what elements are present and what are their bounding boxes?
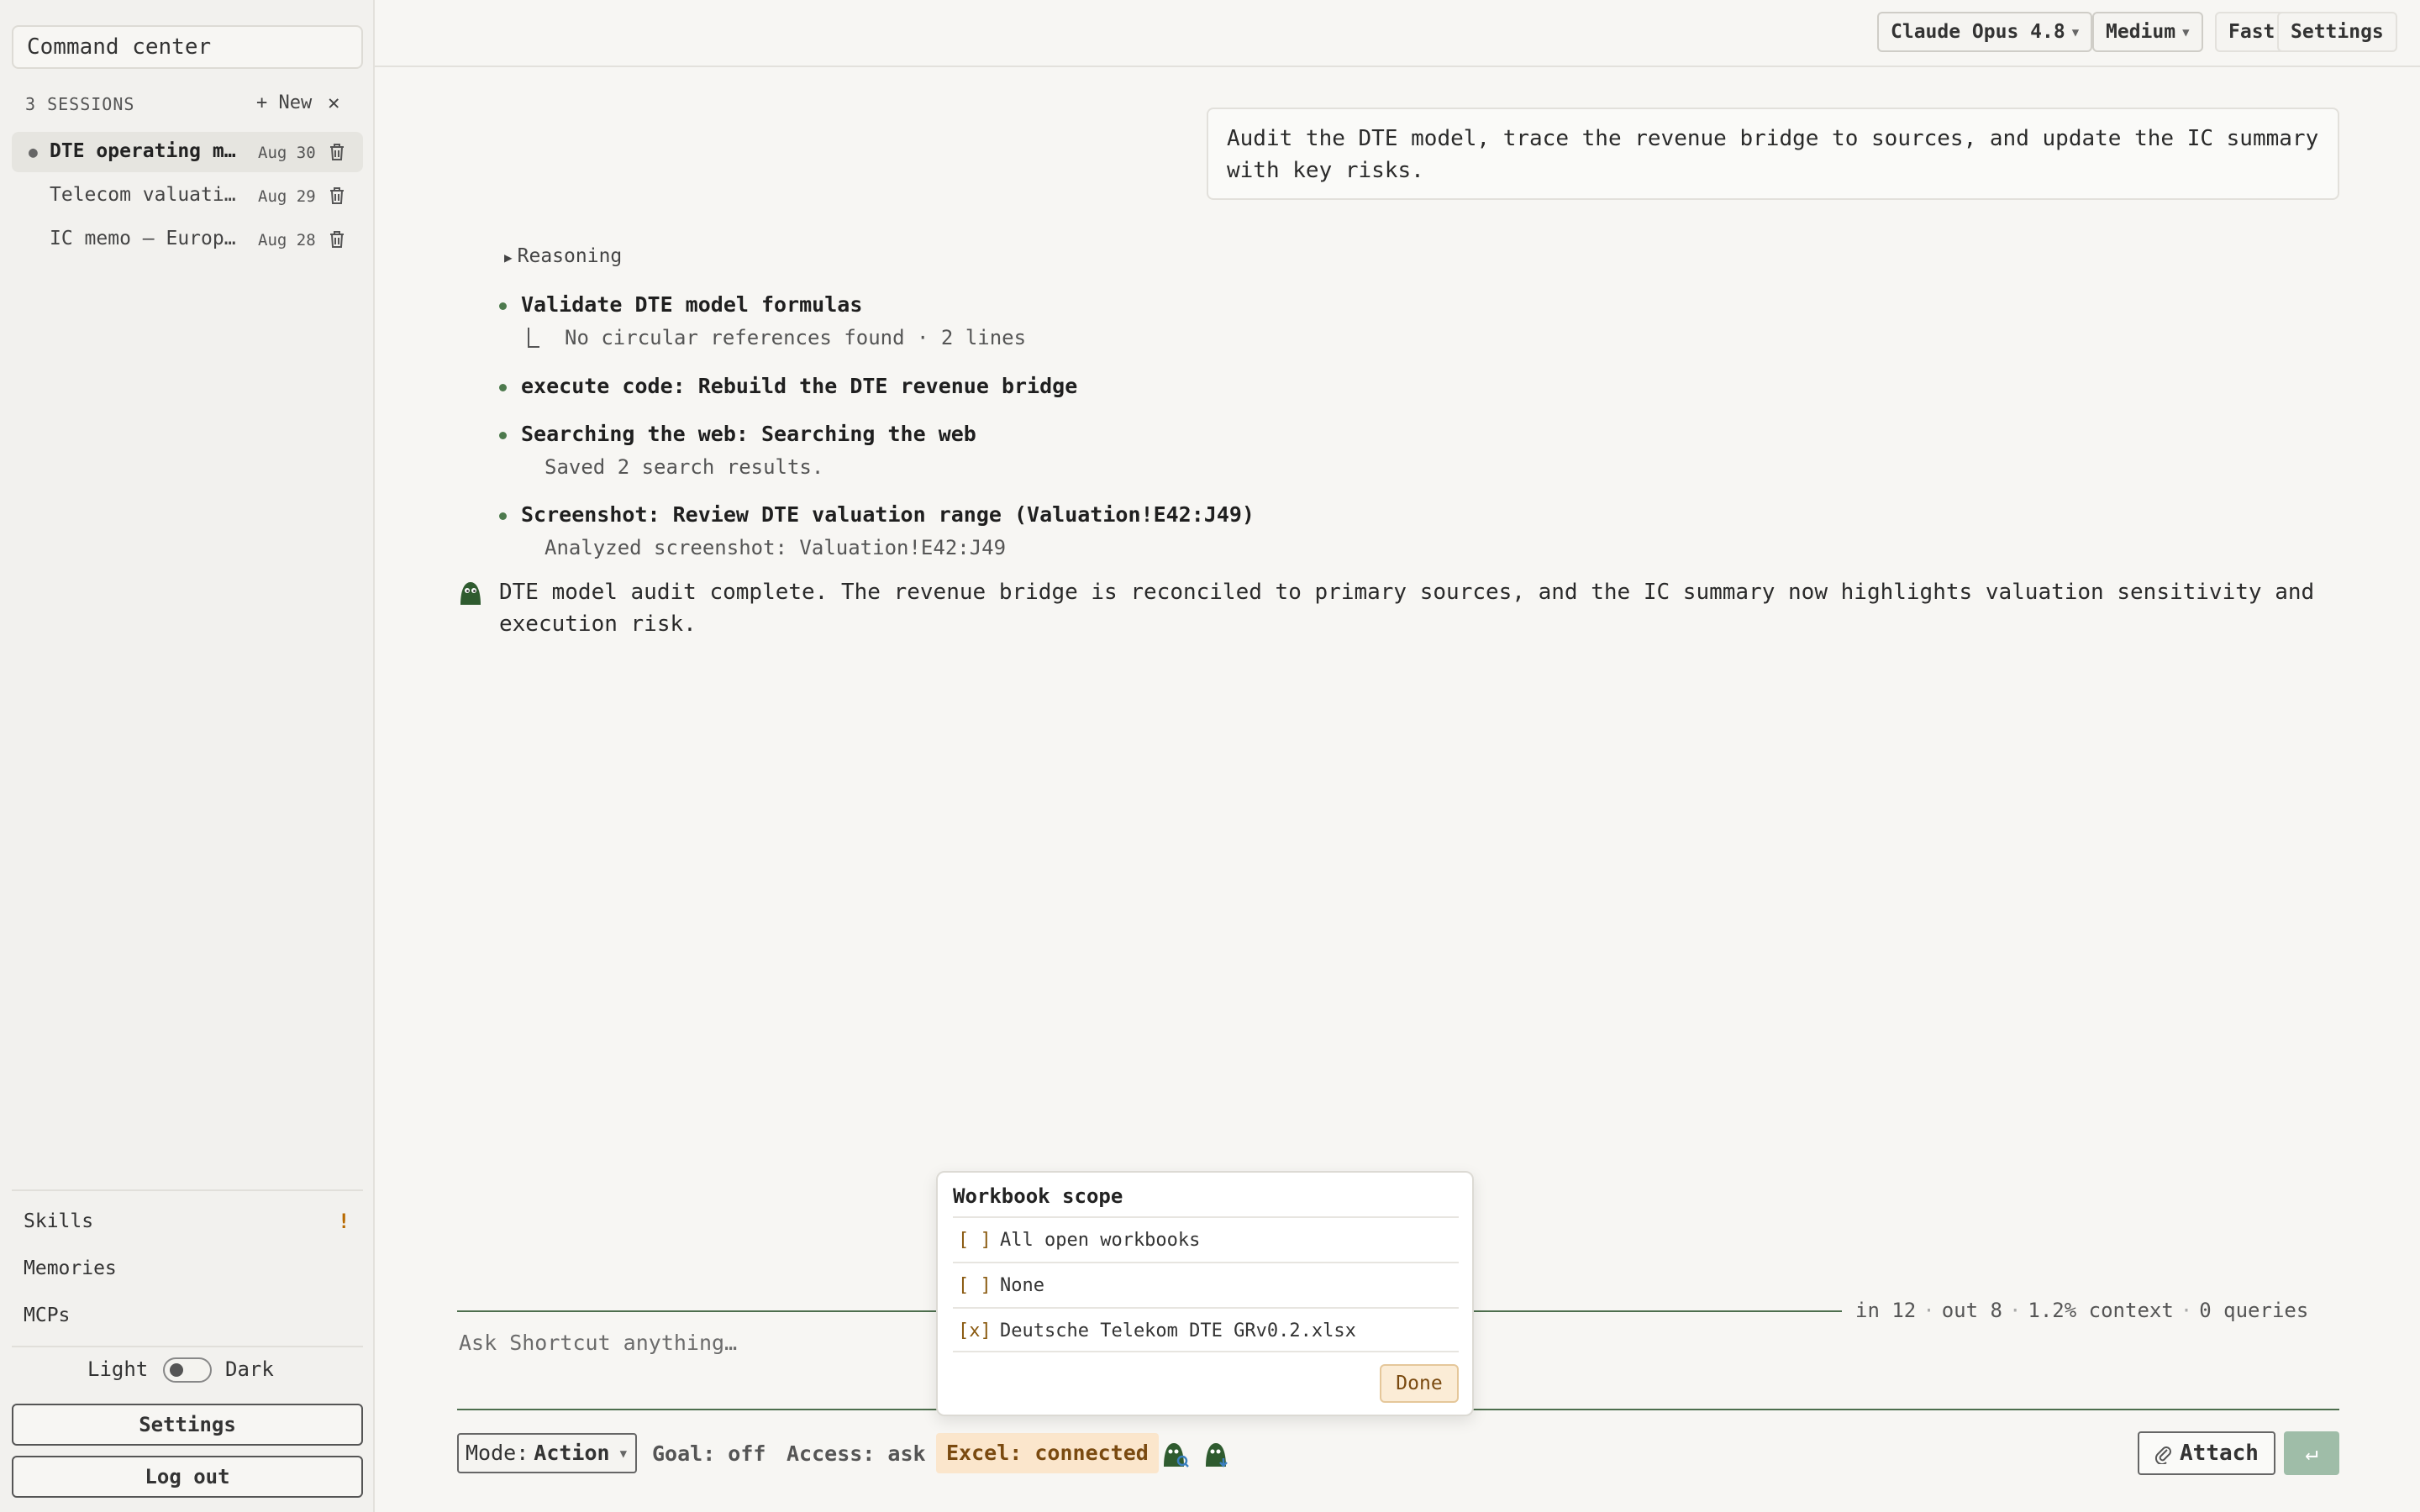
settings-button[interactable]: Settings [12, 1404, 363, 1446]
session-item[interactable]: ● DTE operating mo… Aug 30 [12, 132, 363, 172]
sidebar-item-memories[interactable]: Memories [24, 1257, 117, 1279]
access-toggle[interactable]: Access: ask [786, 1441, 926, 1466]
tokens-in: in 12 [1855, 1299, 1917, 1322]
session-item[interactable]: Telecom valuatio… Aug 29 [12, 176, 363, 216]
mode-label: Mode: [466, 1441, 529, 1465]
top-bar: Claude Opus 4.8 ▼ Medium ▼ Fast Settings [375, 0, 2420, 67]
step-title: Screenshot: Review DTE valuation range (… [521, 502, 1255, 527]
step-bullet-icon [499, 512, 507, 520]
option-label: None [1000, 1275, 1044, 1296]
triangle-right-icon: ▶ [504, 249, 513, 265]
session-date: Aug 29 [258, 187, 316, 206]
sidebar-item-skills[interactable]: Skills [24, 1210, 93, 1232]
toggle-knob [170, 1363, 183, 1377]
skills-alert-badge: ! [338, 1210, 350, 1233]
session-date: Aug 30 [258, 144, 316, 162]
scope-option-none[interactable]: [ ] None [953, 1262, 1459, 1307]
active-dot-icon: ● [29, 144, 38, 161]
new-session-button[interactable]: + New [256, 92, 312, 113]
assistant-avatar-icon [460, 582, 481, 605]
step-detail: Saved 2 search results. [544, 455, 824, 479]
query-count: 0 queries [2199, 1299, 2309, 1322]
step-bullet-icon [499, 432, 507, 439]
attach-button[interactable]: Attach [2138, 1431, 2275, 1475]
theme-dark-label: Dark [225, 1357, 274, 1381]
close-sidebar-button[interactable]: ✕ [328, 91, 340, 114]
scope-option-workbook[interactable]: [x] Deutsche Telekom DTE GRv0.2.xlsx [953, 1307, 1459, 1352]
step-bullet-icon [499, 302, 507, 310]
reasoning-toggle[interactable]: ▶ Reasoning [504, 245, 622, 267]
prompt-input[interactable]: Ask Shortcut anything… [459, 1331, 737, 1355]
sidebar-item-mcps[interactable]: MCPs [24, 1305, 70, 1326]
chevron-down-icon: ▼ [619, 1447, 628, 1461]
top-settings-button[interactable]: Settings [2277, 12, 2397, 52]
session-title: IC memo — Europe… [50, 228, 243, 249]
context-usage: 1.2% context [2028, 1299, 2174, 1322]
trash-icon[interactable] [328, 186, 346, 206]
session-item[interactable]: IC memo — Europe… Aug 28 [12, 219, 363, 260]
send-button[interactable]: ↵ [2284, 1431, 2339, 1475]
option-label: Deutsche Telekom DTE GRv0.2.xlsx [1000, 1320, 1356, 1341]
logout-button[interactable]: Log out [12, 1456, 363, 1498]
session-title: DTE operating mo… [50, 140, 243, 162]
divider [12, 1346, 363, 1347]
step-title: execute code: Rebuild the DTE revenue br… [521, 374, 1078, 398]
effort-label: Medium [2106, 21, 2176, 43]
checkbox: [x] [958, 1320, 992, 1341]
checkbox: [ ] [958, 1275, 992, 1296]
user-message: Audit the DTE model, trace the revenue b… [1207, 108, 2339, 200]
session-title: Telecom valuatio… [50, 184, 243, 206]
sessions-count: 3 SESSIONS [25, 94, 135, 114]
popup-title: Workbook scope [953, 1184, 1123, 1208]
model-selector[interactable]: Claude Opus 4.8 ▼ [1877, 12, 2093, 52]
theme-switch: Light Dark [0, 1356, 375, 1386]
paperclip-icon [2154, 1446, 2172, 1465]
trash-icon[interactable] [328, 142, 346, 162]
sessions-header: 3 SESSIONS + New ✕ [25, 91, 351, 119]
effort-selector[interactable]: Medium ▼ [2092, 12, 2203, 52]
workbook-scope-popup: Workbook scope [ ] All open workbooks [ ]… [936, 1171, 1474, 1416]
option-label: All open workbooks [1000, 1230, 1201, 1251]
workbook-scope-icon[interactable] [1203, 1440, 1232, 1468]
step-title: Validate DTE model formulas [521, 292, 863, 317]
theme-light-label: Light [87, 1357, 149, 1381]
trash-icon[interactable] [328, 229, 346, 249]
step-detail: Analyzed screenshot: Valuation!E42:J49 [544, 536, 1007, 559]
excel-status-badge[interactable]: Excel: connected [936, 1433, 1159, 1473]
chevron-down-icon: ▼ [2071, 25, 2080, 39]
done-button[interactable]: Done [1380, 1364, 1459, 1403]
command-center-input[interactable]: Command center [12, 25, 363, 69]
attach-label: Attach [2180, 1441, 2259, 1466]
chevron-down-icon: ▼ [2182, 25, 2190, 39]
mode-selector[interactable]: Mode: Action ▼ [457, 1433, 637, 1473]
mode-value: Action [534, 1441, 610, 1465]
tree-branch-icon [528, 328, 539, 348]
assistant-message: DTE model audit complete. The revenue br… [499, 580, 2315, 637]
step-detail: No circular references found · 2 lines [565, 326, 1027, 349]
sidebar: Command center 3 SESSIONS + New ✕ ● DTE … [0, 0, 375, 1512]
theme-toggle[interactable] [163, 1357, 212, 1383]
usage-stats: in 12 · out 8 · 1.2% context · 0 queries [1855, 1299, 2309, 1322]
model-label: Claude Opus 4.8 [1891, 21, 2065, 43]
checkbox: [ ] [958, 1230, 992, 1251]
divider [12, 1189, 363, 1191]
workbook-search-icon[interactable] [1161, 1440, 1190, 1468]
goal-toggle[interactable]: Goal: off [652, 1441, 765, 1466]
scope-option-all[interactable]: [ ] All open workbooks [953, 1216, 1459, 1262]
tokens-out: out 8 [1941, 1299, 2002, 1322]
step-title: Searching the web: Searching the web [521, 422, 976, 446]
reasoning-label: Reasoning [517, 245, 623, 267]
step-bullet-icon [499, 384, 507, 391]
session-date: Aug 28 [258, 231, 316, 249]
